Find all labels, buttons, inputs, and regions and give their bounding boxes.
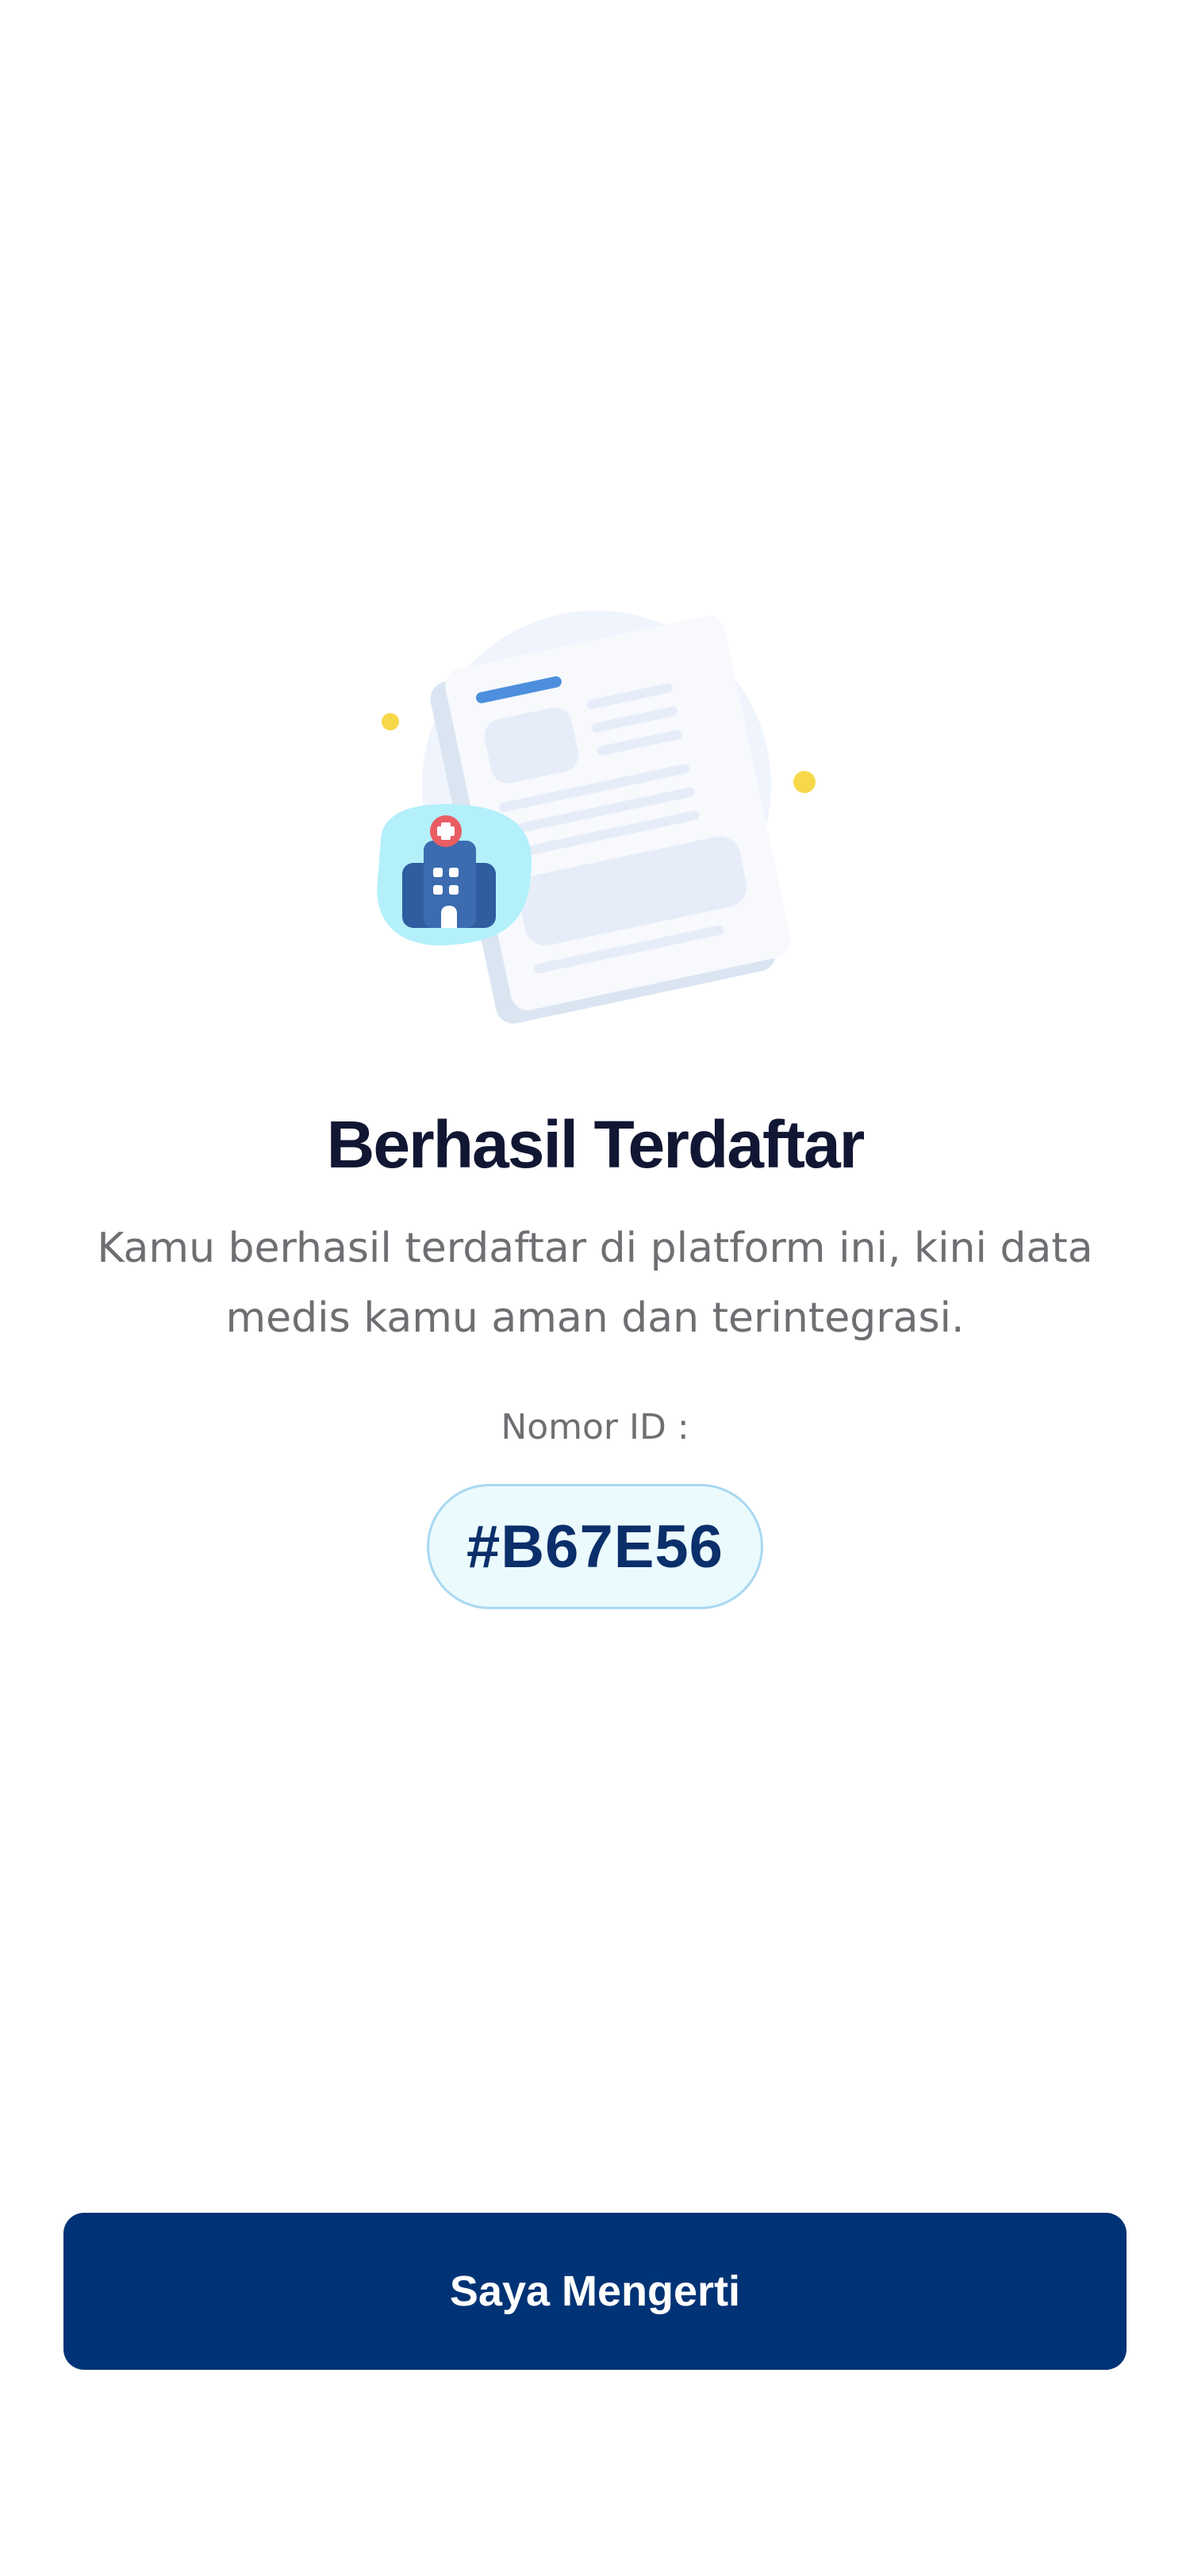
registration-success-screen: Berhasil Terdaftar Kamu berhasil terdaft… <box>0 0 1190 2576</box>
success-description: Kamu berhasil terdaftar di platform ini,… <box>97 1225 1093 1342</box>
confirm-button[interactable]: Saya Mengerti <box>63 2213 1127 2370</box>
id-label: Nomor ID : <box>501 1407 689 1447</box>
page-title: Berhasil Terdaftar <box>326 1107 866 1182</box>
id-badge: #B67E56 <box>427 1484 763 1609</box>
hospital-document-icon <box>377 611 816 1024</box>
id-value: #B67E56 <box>466 1512 724 1581</box>
